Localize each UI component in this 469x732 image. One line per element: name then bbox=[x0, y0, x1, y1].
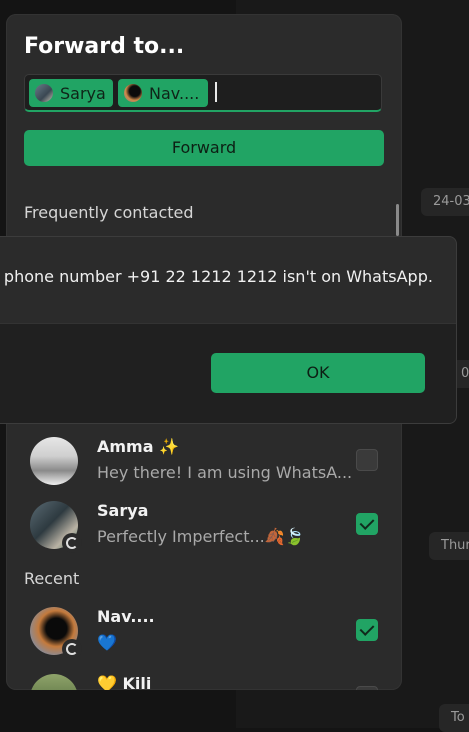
forward-button[interactable]: Forward bbox=[24, 130, 384, 166]
contact-name: Sarya bbox=[97, 501, 149, 520]
contact-name: Nav.... bbox=[97, 607, 155, 626]
selected-chip-sarya[interactable]: Sarya bbox=[29, 79, 113, 107]
contact-status: Perfectly Imperfect...🍂🍃 bbox=[97, 527, 305, 546]
status-update-icon bbox=[62, 639, 82, 659]
not-on-whatsapp-dialog: e phone number +91 22 1212 1212 isn't on… bbox=[0, 236, 457, 424]
avatar bbox=[30, 437, 78, 485]
contact-status: Hey there! I am using WhatsA... bbox=[97, 463, 353, 482]
avatar bbox=[30, 674, 78, 690]
contact-status: 💙 bbox=[97, 633, 117, 652]
recipient-search-input[interactable]: Sarya Nav.... bbox=[24, 74, 382, 112]
contact-row-nav[interactable]: Nav.... 💙 bbox=[6, 599, 402, 663]
selected-chip-nav[interactable]: Nav.... bbox=[118, 79, 208, 107]
panel-title: Forward to... bbox=[24, 34, 185, 59]
contact-row-sarya[interactable]: Sarya Perfectly Imperfect...🍂🍃 bbox=[6, 493, 402, 557]
select-checkbox[interactable] bbox=[356, 449, 378, 471]
date-separator: Thur bbox=[429, 532, 469, 560]
avatar bbox=[35, 84, 53, 102]
dialog-message: e phone number +91 22 1212 1212 isn't on… bbox=[0, 267, 433, 286]
chip-label: Nav.... bbox=[149, 83, 200, 103]
contact-row-kili[interactable]: 💛 Kili bbox=[6, 666, 402, 690]
contact-name: Amma ✨ bbox=[97, 437, 180, 456]
scrollbar[interactable] bbox=[396, 204, 399, 236]
recent-heading: Recent bbox=[24, 569, 80, 588]
frequently-contacted-heading: Frequently contacted bbox=[24, 203, 194, 222]
date-separator: 24-03 bbox=[421, 188, 469, 216]
contact-name: 💛 Kili bbox=[97, 674, 152, 690]
chip-label: Sarya bbox=[60, 83, 106, 103]
select-checkbox[interactable] bbox=[356, 686, 378, 690]
select-checkbox[interactable] bbox=[356, 513, 378, 535]
select-checkbox[interactable] bbox=[356, 619, 378, 641]
status-update-icon bbox=[62, 533, 82, 553]
text-caret bbox=[215, 82, 217, 102]
ok-button[interactable]: OK bbox=[211, 353, 425, 393]
contact-row-amma[interactable]: Amma ✨ Hey there! I am using WhatsA... bbox=[6, 429, 402, 493]
avatar bbox=[124, 84, 142, 102]
